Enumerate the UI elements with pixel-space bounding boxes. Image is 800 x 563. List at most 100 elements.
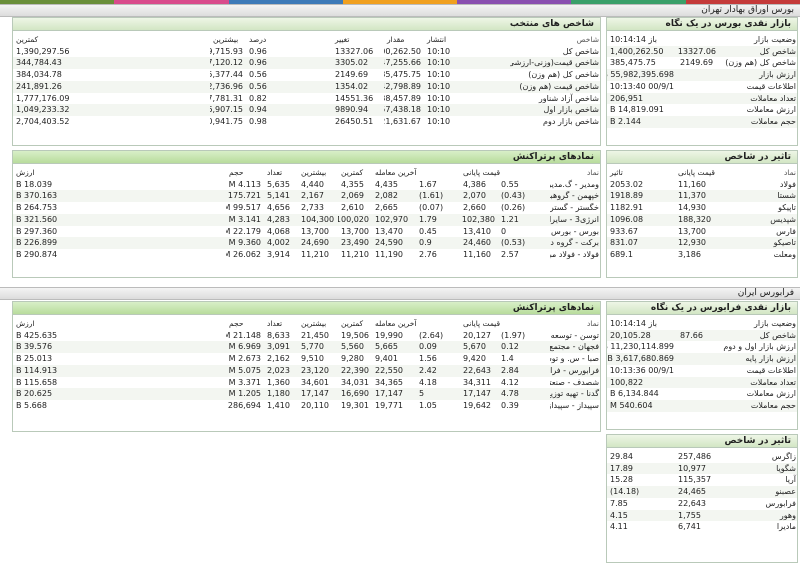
glance-label: تعداد معاملات (719, 376, 797, 389)
top-symbol-low: 4,355 (341, 179, 364, 189)
tehran-market-glance-table: وضعیت بازار باز 10:14:14 شاخص کل 13327.06 1,… (607, 34, 797, 128)
tehran-top-symbols-title: نمادهای پرتراکنش (13, 151, 600, 164)
top-symbol-row[interactable]: ومدیر - گ.مدیریت ارزش سرمایه ص ب کشوری 0.… (13, 179, 600, 191)
top-symbol-high: 9,510 (301, 354, 324, 364)
top-symbols-header: کمترین (341, 319, 364, 328)
top-symbol-count: 5,141 (264, 190, 298, 203)
top-symbol-last: 19,990 (375, 330, 403, 340)
top-symbol-count: 1,360 (267, 377, 290, 387)
top-symbol-row[interactable]: بورس - بورس اوراق بهادار تهران 0 13,410 0.4… (13, 226, 600, 238)
indices-row[interactable]: شاخص بازار دوم 10:10 2,721,631.67 26450.51 0… (13, 116, 600, 128)
impact-row[interactable]: فارس 13,700 933.67 (607, 226, 797, 238)
top-symbol-last: 2,082 (372, 190, 417, 203)
top-symbol-lchg: 1.79 (416, 213, 461, 226)
impact-value: 4.11 (610, 522, 628, 532)
top-symbol-lchg: 5 (416, 388, 461, 400)
top-symbol-row[interactable]: فولاد - فولاد مبارکه اصفهان 2.57 11,160 2.7… (13, 249, 600, 261)
glance-row: اطلاعات قیمت 00/9/1 10:13:36 (607, 365, 797, 377)
top-symbol-row[interactable]: شصدف - صنعتی دوده فام 4.12 34,311 4.18 34,36… (13, 377, 600, 389)
impact-row[interactable]: زاگرس 257,486 29.84 (607, 451, 797, 463)
top-symbol-row[interactable]: توسن - توسعه سامانه ی نرم افزاری نگین (1.… (13, 330, 600, 342)
impact-price: 10,977 (675, 462, 745, 475)
fara-market-glance-table: وضعیت بازار باز 10:14:14 شاخص کل 87.66 20,10… (607, 318, 797, 412)
top-symbol-row[interactable]: خپهمن - گروهبهمن(0.43)2,070(1.61)2,0822,… (13, 190, 600, 203)
top-symbol-vol: 4.113 M (228, 179, 261, 189)
glance-label: ارزش بازار پایه (719, 353, 797, 365)
impact-row[interactable]: فرابورس 22,643 7.85 (607, 498, 797, 510)
indices-low: 384,034.78 (16, 70, 62, 80)
top-symbols-header: نماد (586, 168, 600, 177)
top-symbol-row[interactable]: انرژی3 - سایراندهستی انرژی1.21102,3801.7… (13, 213, 600, 226)
indices-high: 1,787,781.31 (210, 93, 243, 103)
impact-row[interactable]: شگویا 10,977 17.89 (607, 462, 797, 475)
top-symbol-fchg: 0.39 (501, 400, 519, 410)
top-symbol-count: 5,635 (267, 179, 290, 189)
indices-row[interactable]: شاخص آزاد شناور 10:10 1,788,457.89 14551.36… (13, 93, 600, 105)
indices-pct: 0.82 (249, 93, 267, 103)
top-symbol-val: 226.899 B (13, 237, 226, 249)
indices-row[interactable]: شاخص کل (هم وزن) 10:10 385,475.75 2149.69 0.… (13, 69, 600, 81)
top-symbol-low: 23,490 (338, 237, 372, 249)
tehran-impact-title: تاثیر در شاخص (607, 151, 797, 164)
impact-row[interactable]: شستا 11,370 1918.89 (607, 190, 797, 203)
impact-value: 2053.02 (610, 179, 644, 189)
top-symbols-header: تعداد (267, 168, 283, 177)
fara-top-symbols-title: نمادهای پرتراکنش (13, 302, 600, 315)
top-symbol-row[interactable]: صبا - س. و توسعه مدیریت صند. ب کشوری 1.4 9… (13, 353, 600, 365)
indices-row[interactable]: شاخص قیمت(وزنی-ارزشی)10:10347,255.663305… (13, 57, 600, 70)
impact-row[interactable]: وهور 1,755 4.15 (607, 509, 797, 522)
top-symbols-header: تعداد (267, 319, 283, 328)
glance-value: 385,475.75 (610, 58, 656, 68)
indices-pct: 0.94 (246, 104, 332, 116)
impact-row[interactable]: عصبنو 24,465 (14.18) (607, 486, 797, 498)
top-symbol-row[interactable]: فرابورس - فرابورس ایران2.8422,6432.4222,… (13, 364, 600, 377)
impact-row[interactable]: ومعلت 3,186 689.1 (607, 249, 797, 261)
fara-impact-table: زاگرس 257,486 29.84 شگویا 10,977 17.89 آریا 115… (607, 451, 797, 533)
top-symbol-high: 17,147 (298, 388, 338, 400)
indices-row[interactable]: شاخص کل 10:10 1,400,262.50 13327.06 0.96 1,39… (13, 46, 600, 58)
impact-price: 13,700 (678, 226, 706, 236)
impact-price: 188,320 (675, 213, 745, 226)
top-symbol-name: توسن - توسعه سامانه ی نرم افزاری نگین (550, 330, 600, 340)
impact-row[interactable]: ماديرا 6,741 4.11 (607, 521, 797, 533)
top-symbol-row[interactable]: فجهان - مجتمع جهان فولاد سیرجان0.125,670… (13, 341, 600, 354)
top-symbol-fchg: 0.12 (498, 341, 551, 354)
top-symbol-row[interactable]: سپیداز - سپیداز سیستم آسیا 0.39 19,642 1.05… (13, 400, 600, 412)
top-symbol-count: 2,023 (264, 364, 298, 377)
fara-top-symbols-panel: نمادهای پرتراکنش نماد قیمت پایانی آخرین مع… (12, 301, 601, 432)
impact-price: 3,186 (678, 249, 701, 259)
impact-row[interactable]: شپدیس 188,320 1096.08 (607, 213, 797, 226)
impact-row[interactable]: فولاد 11,160 2053.02 (607, 179, 797, 191)
top-symbol-val: 290.874 B (16, 249, 58, 259)
top-symbol-row[interactable]: خگستر - گسترش‌سرمایه‌گذاری‌ایران‌خودرو (0… (13, 202, 600, 214)
top-symbol-last: 11,190 (375, 249, 403, 259)
top-symbol-vol: 21.148 M (226, 330, 261, 340)
fara-market-glance-title: بازار نقدی فرابورس در یک نگاه (607, 302, 797, 315)
indices-time: 10:10 (427, 70, 451, 80)
impact-symbol: شستا (745, 190, 797, 203)
impact-value: 17.89 (607, 462, 675, 475)
impact-symbol: فولاد (779, 179, 796, 189)
impact-row[interactable]: تاپیکو 14,930 1182.91 (607, 202, 797, 214)
top-symbol-val: 20.625 B (13, 388, 226, 400)
indices-row[interactable]: شاخص قیمت (هم وزن)10:10242,798.891354.02… (13, 80, 600, 93)
top-symbol-row[interactable]: برکت - گروه دارویی برکت(0.53)24,4600.924… (13, 237, 600, 249)
top-symbol-row[interactable]: گدنا - تهیه توزیع غذای دنا آفرین فدک4.78… (13, 388, 600, 400)
top-symbol-lchg: 0.9 (416, 237, 461, 249)
impact-row[interactable]: آریا 115,357 15.28 (607, 474, 797, 486)
tehran-market-glance-title: بازار نقدی بورس در یک نگاه (607, 18, 797, 31)
impact-row[interactable]: تاصیکو 12,930 831.07 (607, 237, 797, 249)
top-symbol-final: 9,420 (463, 354, 486, 364)
indices-low: 1,049,233.32 (13, 104, 210, 116)
impact-price: 1,755 (675, 509, 745, 522)
impact-value: 933.67 (610, 226, 638, 236)
glance-row: حجم معاملات 2.144 B (607, 115, 797, 128)
top-symbol-last: 102,970 (372, 213, 417, 226)
impact-header: تاثیر (610, 168, 623, 177)
indices-high: 385,377.44 (210, 70, 243, 80)
indices-row[interactable]: شاخص بازار اول10:101,057,438.189890.940.… (13, 104, 600, 116)
glance-row: ارزش بازار پایه 3,617,680.869 B (607, 353, 797, 365)
section-title-farabourse: فرابورس ایران (0, 287, 800, 300)
impact-price: 24,465 (675, 486, 745, 498)
glance-label: شاخص کل (هم وزن) (725, 58, 796, 68)
